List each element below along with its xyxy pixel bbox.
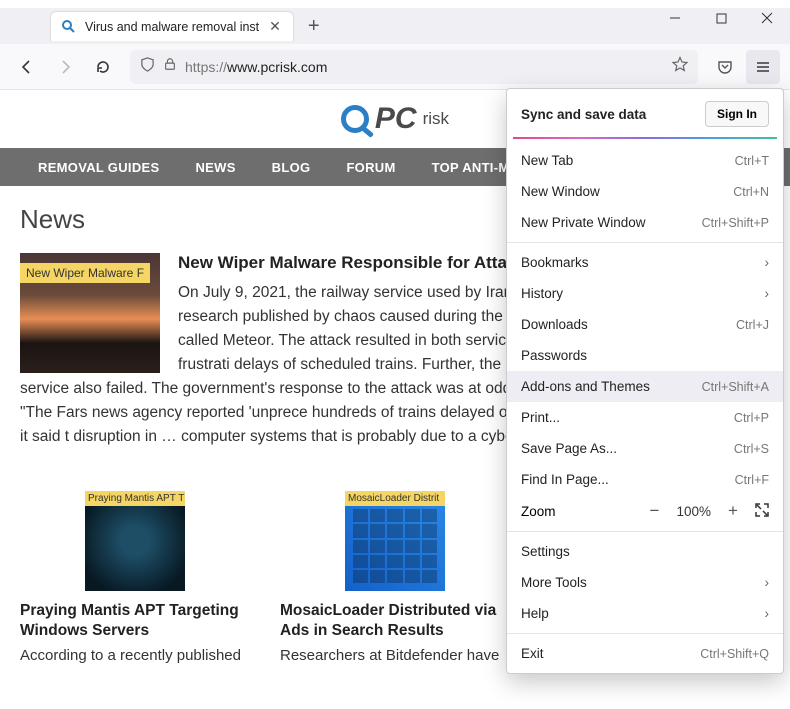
reload-button[interactable] [86, 50, 120, 84]
menu-downloads[interactable]: DownloadsCtrl+J [507, 309, 783, 340]
menu-new-private-window[interactable]: New Private WindowCtrl+Shift+P [507, 207, 783, 238]
menu-save-page-as[interactable]: Save Page As...Ctrl+S [507, 433, 783, 464]
nav-forum[interactable]: FORUM [328, 160, 413, 175]
zoom-in-button[interactable]: + [723, 501, 743, 521]
tab-title: Virus and malware removal inst [85, 20, 259, 34]
chevron-right-icon: › [765, 606, 770, 621]
thumbnail-ribbon: New Wiper Malware F [20, 263, 150, 283]
card-title: MosaicLoader Distributed via Ads in Sear… [280, 601, 510, 641]
nav-removal-guides[interactable]: REMOVAL GUIDES [20, 160, 177, 175]
url-text: https://www.pcrisk.com [185, 59, 664, 75]
browser-tab[interactable]: Virus and malware removal inst ✕ [50, 11, 294, 41]
maximize-button[interactable] [698, 0, 744, 36]
pocket-button[interactable] [708, 50, 742, 84]
tab-close-icon[interactable]: ✕ [267, 18, 283, 35]
close-button[interactable] [744, 0, 790, 36]
sync-header: Sync and save data [521, 107, 646, 122]
menu-addons-themes[interactable]: Add-ons and ThemesCtrl+Shift+A [507, 371, 783, 402]
menu-new-window[interactable]: New WindowCtrl+N [507, 176, 783, 207]
menu-print[interactable]: Print...Ctrl+P [507, 402, 783, 433]
menu-zoom: Zoom − 100% + [507, 495, 783, 527]
window-controls [652, 0, 790, 36]
zoom-value: 100% [676, 504, 711, 519]
magnifier-icon [341, 105, 369, 133]
back-button[interactable] [10, 50, 44, 84]
menu-history[interactable]: History› [507, 278, 783, 309]
card-thumbnail: MosaicLoader Distrit [345, 491, 445, 591]
hamburger-menu-button[interactable] [746, 50, 780, 84]
shield-icon [140, 57, 155, 77]
menu-passwords[interactable]: Passwords [507, 340, 783, 371]
sign-in-button[interactable]: Sign In [705, 101, 769, 127]
menu-find-in-page[interactable]: Find In Page...Ctrl+F [507, 464, 783, 495]
card-thumbnail: Praying Mantis APT T [85, 491, 185, 591]
menu-more-tools[interactable]: More Tools› [507, 567, 783, 598]
menu-divider-rainbow [513, 137, 777, 139]
menu-exit[interactable]: ExitCtrl+Shift+Q [507, 638, 783, 669]
menu-new-tab[interactable]: New TabCtrl+T [507, 145, 783, 176]
favicon [61, 19, 77, 35]
site-logo[interactable]: PCrisk [341, 102, 449, 136]
bookmark-star-icon[interactable] [672, 56, 688, 77]
card-title: Praying Mantis APT Targeting Windows Ser… [20, 601, 250, 641]
menu-header: Sync and save data Sign In [507, 89, 783, 137]
zoom-out-button[interactable]: − [644, 501, 664, 521]
card-body: Researchers at Bitdefender have [280, 647, 510, 664]
lock-icon [163, 57, 177, 76]
forward-button[interactable] [48, 50, 82, 84]
minimize-button[interactable] [652, 0, 698, 36]
card-body: According to a recently published [20, 647, 250, 664]
chevron-right-icon: › [765, 286, 770, 301]
chevron-right-icon: › [765, 575, 770, 590]
nav-news[interactable]: NEWS [177, 160, 253, 175]
menu-help[interactable]: Help› [507, 598, 783, 629]
toolbar: https://www.pcrisk.com [0, 44, 790, 90]
menu-separator [507, 242, 783, 243]
new-tab-button[interactable]: + [294, 15, 334, 38]
menu-settings[interactable]: Settings [507, 536, 783, 567]
menu-bookmarks[interactable]: Bookmarks› [507, 247, 783, 278]
nav-blog[interactable]: BLOG [254, 160, 329, 175]
card-mosaicloader[interactable]: MosaicLoader Distrit MosaicLoader Distri… [280, 491, 510, 664]
chevron-right-icon: › [765, 255, 770, 270]
fullscreen-button[interactable] [755, 503, 769, 520]
menu-separator [507, 633, 783, 634]
address-bar[interactable]: https://www.pcrisk.com [130, 50, 698, 84]
card-praying-mantis[interactable]: Praying Mantis APT T Praying Mantis APT … [20, 491, 250, 664]
menu-separator [507, 531, 783, 532]
app-menu: Sync and save data Sign In New TabCtrl+T… [506, 88, 784, 674]
article-thumbnail[interactable]: New Wiper Malware F [20, 253, 160, 373]
